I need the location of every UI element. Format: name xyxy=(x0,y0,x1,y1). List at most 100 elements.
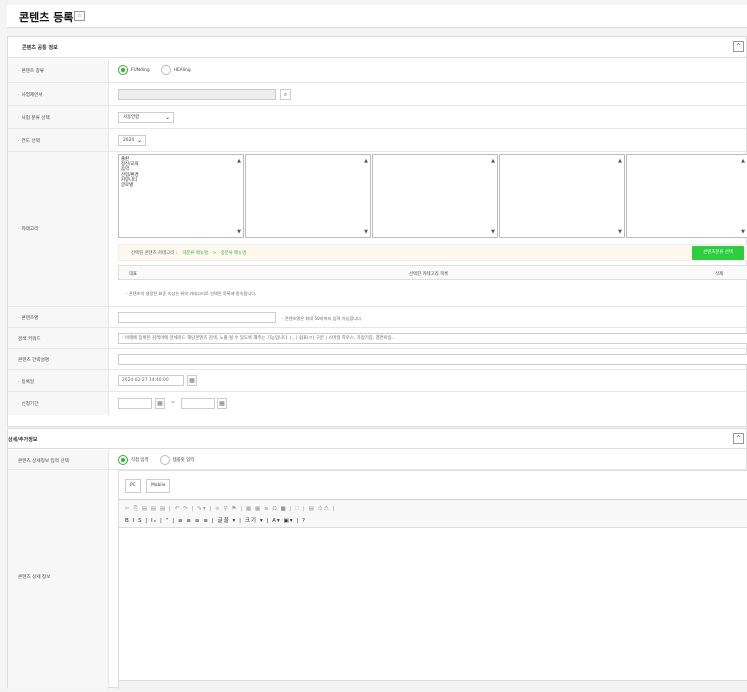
rich-text-editor: ✂ ⎘ ▤ ▤ ▤ | ↶ ↷ | ✎▾ | ∞ ⚲ ⚑ | ▦ ▦ ≡ Ω ■… xyxy=(119,499,747,689)
scroll-up-icon[interactable]: ▲ xyxy=(618,158,622,164)
register-date-row: · 등록일 2024-02-27 14:40:00 ▦ xyxy=(8,370,747,392)
category-option[interactable]: 글로벌 xyxy=(121,183,139,188)
tab-pc[interactable]: PC xyxy=(125,479,141,493)
category-select-button[interactable]: 콘텐츠분류 선택 xyxy=(692,246,744,260)
selected-category-label: 선택된 콘텐츠 카테고리 : xyxy=(131,251,178,256)
radio-healing-label: HEAling xyxy=(173,67,191,73)
common-info-header: 콘텐츠 공통 정보 ^ xyxy=(8,37,746,58)
detail-editor-row: 콘텐츠 상세 정보 PC Mobile ✂ ⎘ ▤ ▤ ▤ | ↶ ↷ | ✎▾… xyxy=(8,470,747,689)
keyword-input[interactable]: - 아래에 등록된 검색어에 전체카드 해당콘텐츠 검색, 노출 될 수 있도록… xyxy=(118,333,747,344)
favorite-star-icon[interactable]: ☆ xyxy=(74,11,85,21)
editor-toolbar-row-1[interactable]: ✂ ⎘ ▤ ▤ ▤ | ↶ ↷ | ✎▾ | ∞ ⚲ ⚑ | ▦ ▦ ≡ Ω ■… xyxy=(125,504,336,513)
period-separator: ~ xyxy=(171,400,176,406)
page-title: 콘텐츠 등록 xyxy=(19,11,74,24)
radio-template-input-label: 템플릿 입력 xyxy=(172,458,195,463)
collapse-chevron-icon[interactable]: ^ xyxy=(733,41,744,52)
col-selected-list: 선택한 카테고리 목록 xyxy=(409,272,449,277)
intro-input[interactable] xyxy=(118,354,747,365)
category-list-2[interactable]: ▲ ▼ xyxy=(245,154,371,238)
content-name-input[interactable] xyxy=(118,312,276,323)
keyword-row: 검색 키워드 - 아래에 등록된 검색어에 전체카드 해당콘텐츠 검색, 노출 … xyxy=(8,328,747,349)
category-label: 카테고리 xyxy=(21,227,39,232)
provider-input[interactable] xyxy=(118,89,276,100)
common-info-panel: 콘텐츠 공통 정보 ^ · 콘텐츠 종류 FUNding HEAling · 사업제… xyxy=(7,36,747,427)
keyword-label: 검색 키워드 xyxy=(18,337,41,342)
scroll-up-icon[interactable]: ▲ xyxy=(237,158,241,164)
selected-path-1: 대분류 메뉴명 xyxy=(182,251,209,256)
category-table-header: 대표 선택한 카테고리 목록 삭제 xyxy=(118,265,747,280)
class-row: · 사업 분류 선택 사용안함 ⌄ xyxy=(8,106,747,129)
editor-body[interactable] xyxy=(119,528,747,680)
register-date-label: 등록일 xyxy=(21,380,35,385)
year-select-value: 2024 xyxy=(123,138,135,143)
category-help-text: - 콘텐츠의 설정된 표준 속성은 위의 카테고리로 선택된 목록에 종속됩니다… xyxy=(126,291,257,296)
detail-content-label: 콘텐츠 상세 정보 xyxy=(18,575,51,580)
year-select[interactable]: 2024 ⌄ xyxy=(118,135,146,146)
content-type-radio-group: FUNding HEAling xyxy=(118,65,191,75)
period-label: 신청기간 xyxy=(21,402,39,407)
category-list-5[interactable]: ▲ ▼ xyxy=(626,154,747,238)
radio-funding-label: FUNding xyxy=(131,67,150,73)
year-row: · 연도 선택 2024 ⌄ xyxy=(8,129,747,152)
scroll-up-icon[interactable]: ▲ xyxy=(741,158,745,164)
collapse-chevron-icon[interactable]: ^ xyxy=(733,433,744,444)
editor-toolbar: ✂ ⎘ ▤ ▤ ▤ | ↶ ↷ | ✎▾ | ∞ ⚲ ⚑ | ▦ ▦ ≡ Ω ■… xyxy=(119,500,747,528)
class-label: 사업 분류 선택 xyxy=(21,116,50,121)
detail-title: 상세/추가정보 xyxy=(8,437,38,443)
editor-toolbar-row-2[interactable]: B I S | Iₓ | ” | ≡ ≡ ≡ ≡ | 글꼴 ▾ | 크기 ▾ |… xyxy=(125,516,306,524)
content-name-label: 콘텐츠명 xyxy=(21,316,39,321)
detail-input-label: 콘텐츠 상세정보 입력 선택 xyxy=(18,459,69,464)
scroll-up-icon[interactable]: ▲ xyxy=(491,158,495,164)
radio-healing[interactable] xyxy=(160,65,171,75)
radio-direct-input-label: 직접 입력 xyxy=(131,458,149,463)
category-list-3[interactable]: ▲ ▼ xyxy=(372,154,498,238)
detail-input-radio-group: 직접 입력 템플릿 입력 xyxy=(118,455,194,465)
tab-mobile[interactable]: Mobile xyxy=(146,479,171,493)
radio-funding[interactable] xyxy=(118,65,128,75)
col-delete: 삭제 xyxy=(715,272,724,277)
common-info-title: 콘텐츠 공통 정보 xyxy=(22,45,58,51)
scroll-down-icon[interactable]: ▼ xyxy=(618,229,622,235)
detail-input-row: 콘텐츠 상세정보 입력 선택 직접 입력 템플릿 입력 xyxy=(8,450,747,470)
intro-row: 콘텐츠 간략설명 xyxy=(8,349,747,370)
content-type-row: · 콘텐츠 종류 FUNding HEAling xyxy=(8,59,747,83)
scroll-up-icon[interactable]: ▲ xyxy=(364,158,368,164)
period-end-input[interactable] xyxy=(181,398,215,409)
content-type-label: 콘텐츠 종류 xyxy=(21,69,45,74)
content-name-help: - 콘텐츠명은 최대 50자까지 입력 가능합니다. xyxy=(282,316,363,321)
detail-panel: 상세/추가정보 ^ 콘텐츠 상세정보 입력 선택 직접 입력 템플릿 입력 콘텐… xyxy=(7,428,747,689)
category-options: 출판 정신/교육 음악 산업/환경 커뮤니티 글로벌 xyxy=(121,157,139,188)
editor-container: PC Mobile ✂ ⎘ ▤ ▤ ▤ | ↶ ↷ | ✎▾ | ∞ ⚲ ⚑ |… xyxy=(118,470,747,689)
category-row: · 카테고리 출판 정신/교육 음악 산업/환경 커뮤니티 글로벌 ▲ ▼ ▲ ▼… xyxy=(8,152,747,307)
editor-footer xyxy=(119,680,747,689)
scroll-down-icon[interactable]: ▼ xyxy=(237,229,241,235)
category-list-4[interactable]: ▲ ▼ xyxy=(499,154,625,238)
col-representative: 대표 xyxy=(129,272,138,277)
year-label: 연도 선택 xyxy=(21,139,40,144)
provider-label: 사업제안서 xyxy=(21,93,43,98)
selected-path-2: 중분류 메뉴명 xyxy=(220,251,247,256)
page-header: 콘텐츠 등록 ☆ xyxy=(7,5,747,28)
radio-template-input[interactable] xyxy=(159,455,170,465)
class-select[interactable]: 사용안함 ⌄ xyxy=(118,112,174,123)
calendar-icon[interactable]: ▦ xyxy=(187,375,197,386)
period-row: · 신청기간 ▦ ~ ▦ xyxy=(8,392,747,415)
category-list-1[interactable]: 출판 정신/교육 음악 산업/환경 커뮤니티 글로벌 ▲ ▼ xyxy=(118,154,244,238)
class-select-value: 사용안함 xyxy=(123,115,140,120)
calendar-icon[interactable]: ▦ xyxy=(155,398,165,409)
search-icon[interactable]: ⌕ xyxy=(280,89,291,100)
detail-header: 상세/추가정보 ^ xyxy=(8,429,746,449)
intro-label: 콘텐츠 간략설명 xyxy=(18,358,50,363)
radio-direct-input[interactable] xyxy=(118,455,128,465)
scroll-down-icon[interactable]: ▼ xyxy=(741,229,745,235)
scroll-down-icon[interactable]: ▼ xyxy=(364,229,368,235)
selected-path-sep: > xyxy=(212,251,217,256)
chevron-down-icon: ⌄ xyxy=(136,137,142,144)
period-start-input[interactable] xyxy=(118,398,152,409)
provider-row: · 사업제안서 ⌕ xyxy=(8,83,747,106)
register-date-input[interactable]: 2024-02-27 14:40:00 xyxy=(118,375,184,386)
calendar-icon[interactable]: ▦ xyxy=(217,398,227,409)
chevron-down-icon: ⌄ xyxy=(164,114,170,121)
selected-category-bar: 선택된 콘텐츠 카테고리 : 대분류 메뉴명 > 중분류 메뉴명 콘텐츠분류 선… xyxy=(118,244,747,261)
scroll-down-icon[interactable]: ▼ xyxy=(491,229,495,235)
